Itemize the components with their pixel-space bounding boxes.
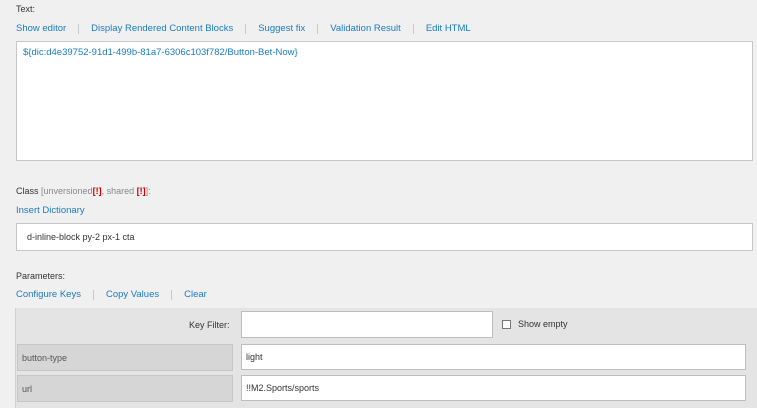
configure-keys-link[interactable]: Configure Keys [16, 290, 93, 300]
key-filter-input[interactable] [241, 311, 493, 338]
param-value: light [246, 352, 263, 362]
copy-values-link[interactable]: Copy Values [92, 290, 171, 300]
class-unversioned-text: [unversioned [41, 186, 93, 196]
key-filter-label: Key Filter: [189, 320, 230, 330]
unversioned-flag[interactable]: [!] [93, 186, 102, 196]
show-empty-label: Show empty [518, 319, 568, 329]
text-value-area[interactable]: ${dic:d4e39752-91d1-499b-81a7-6306c103f7… [16, 41, 753, 161]
parameters-label: Parameters: [16, 271, 66, 281]
display-rendered-content-blocks-link[interactable]: Display Rendered Content Blocks [78, 24, 245, 34]
shared-flag[interactable]: [!] [137, 186, 146, 196]
suggest-fix-link[interactable]: Suggest fix [245, 24, 317, 34]
param-value: !!M2.Sports/sports [246, 383, 320, 393]
text-toolbar: Show editor Display Rendered Content Blo… [16, 24, 483, 34]
class-value: d-inline-block py-2 px-1 cta [27, 232, 135, 242]
validation-result-link[interactable]: Validation Result [317, 24, 413, 34]
edit-html-link[interactable]: Edit HTML [412, 24, 483, 34]
text-value: ${dic:d4e39752-91d1-499b-81a7-6306c103f7… [23, 47, 298, 58]
show-editor-link[interactable]: Show editor [16, 24, 78, 34]
class-suffix: ]: [145, 186, 151, 196]
text-label: Text: [16, 4, 36, 14]
param-key: button-type [22, 352, 68, 363]
param-value-input[interactable]: light [241, 344, 746, 370]
class-input[interactable]: d-inline-block py-2 px-1 cta [16, 223, 753, 251]
clear-link[interactable]: Clear [171, 290, 219, 300]
show-empty-checkbox[interactable] [502, 320, 511, 329]
insert-dictionary-link[interactable]: Insert Dictionary [16, 205, 85, 216]
param-value-input[interactable]: !!M2.Sports/sports [241, 375, 746, 401]
class-label: Class [unversioned[!], shared [!]]: [16, 186, 151, 196]
param-key-cell: button-type [17, 344, 233, 371]
class-shared-text: , shared [101, 186, 135, 196]
parameters-toolbar: Configure Keys Copy Values Clear [16, 290, 219, 300]
class-label-text: Class [16, 186, 39, 196]
param-key: url [22, 383, 33, 394]
param-key-cell: url [17, 375, 233, 402]
